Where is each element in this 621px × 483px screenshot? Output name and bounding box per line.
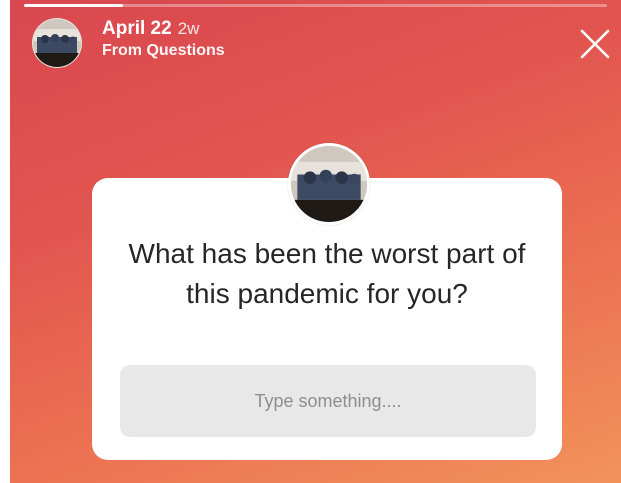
close-button[interactable] [575, 24, 615, 64]
avatar-photo-icon [33, 19, 81, 67]
story-header: April 22 2w From Questions [102, 18, 225, 60]
story-source: From Questions [102, 42, 225, 59]
story-progress-bar [24, 4, 607, 7]
answer-input[interactable] [120, 365, 536, 437]
question-text: What has been the worst part of this pan… [128, 238, 526, 309]
story-progress-fill [24, 4, 124, 7]
story-date: April 22 [102, 18, 172, 39]
question-card-avatar [288, 143, 370, 225]
story-age: 2w [177, 19, 200, 38]
story-viewer[interactable]: April 22 2w From Questions What has been … [10, 0, 621, 483]
close-icon [580, 29, 610, 59]
avatar-photo-icon [291, 146, 367, 222]
profile-avatar[interactable] [32, 18, 82, 68]
